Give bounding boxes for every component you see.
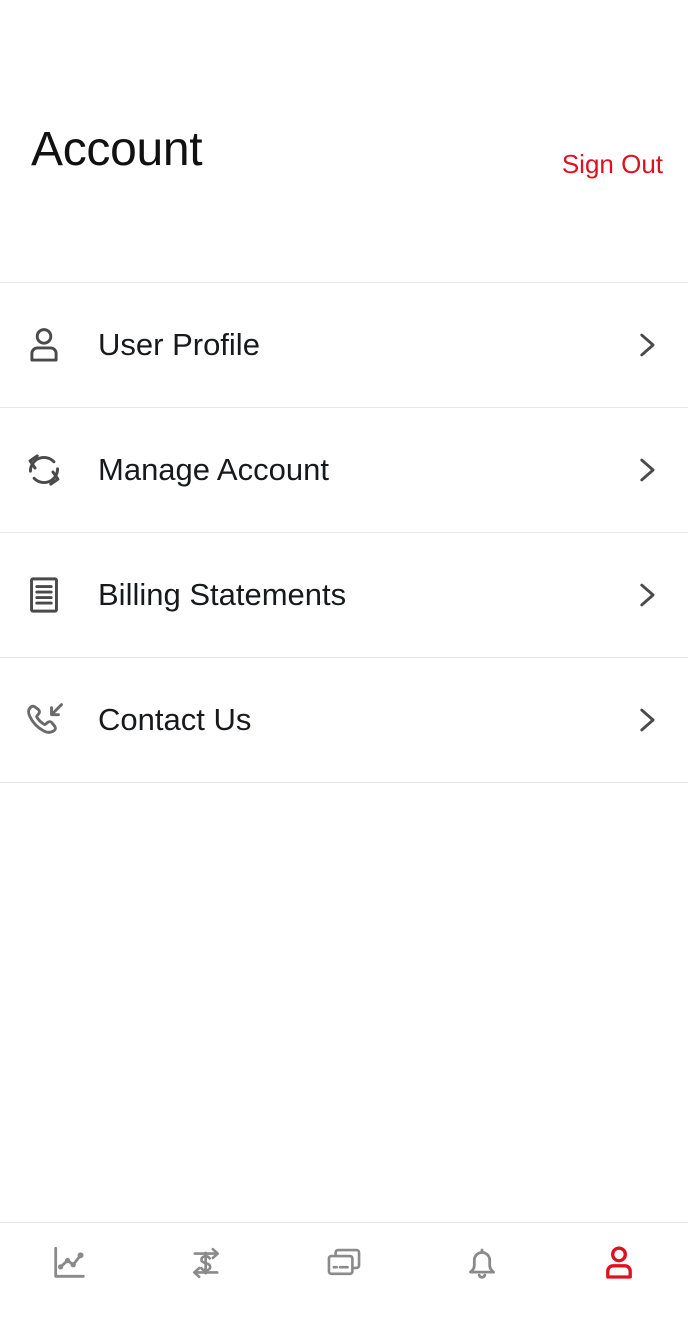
nav-tab-notifications[interactable]: [413, 1223, 551, 1332]
nav-tab-insights[interactable]: [0, 1223, 138, 1332]
page-header: Account Sign Out: [0, 0, 688, 283]
menu-item-billing-statements[interactable]: Billing Statements: [0, 533, 688, 658]
bell-icon: [461, 1242, 503, 1284]
document-lines-icon: [22, 573, 98, 617]
chevron-right-icon: [616, 703, 676, 737]
person-icon: [22, 323, 98, 367]
content-spacer: [0, 783, 688, 1222]
menu-item-label: Manage Account: [98, 452, 329, 487]
cards-icon: [323, 1242, 365, 1284]
page-title: Account: [31, 123, 203, 176]
account-menu-list: User Profile Manage Account Billing Stat…: [0, 283, 688, 783]
bottom-navigation-bar: [0, 1222, 688, 1332]
menu-item-user-profile[interactable]: User Profile: [0, 283, 688, 408]
nav-tab-transfer[interactable]: [138, 1223, 276, 1332]
sign-out-button[interactable]: Sign Out: [562, 148, 663, 180]
chart-line-icon: [48, 1242, 90, 1284]
person-icon: [598, 1242, 640, 1284]
menu-item-label: User Profile: [98, 327, 260, 362]
menu-item-contact-us[interactable]: Contact Us: [0, 658, 688, 783]
account-screen: Account Sign Out User Profile Manage Acc…: [0, 0, 688, 1332]
chevron-right-icon: [616, 328, 676, 362]
sync-refresh-icon: [22, 448, 98, 492]
nav-tab-account[interactable]: [550, 1223, 688, 1332]
menu-item-manage-account[interactable]: Manage Account: [0, 408, 688, 533]
chevron-right-icon: [616, 453, 676, 487]
nav-tab-cards[interactable]: [275, 1223, 413, 1332]
menu-item-label: Contact Us: [98, 702, 252, 737]
chevron-right-icon: [616, 578, 676, 612]
menu-item-label: Billing Statements: [98, 577, 347, 612]
incoming-call-icon: [22, 697, 98, 743]
transfer-dollar-icon: [185, 1242, 227, 1284]
